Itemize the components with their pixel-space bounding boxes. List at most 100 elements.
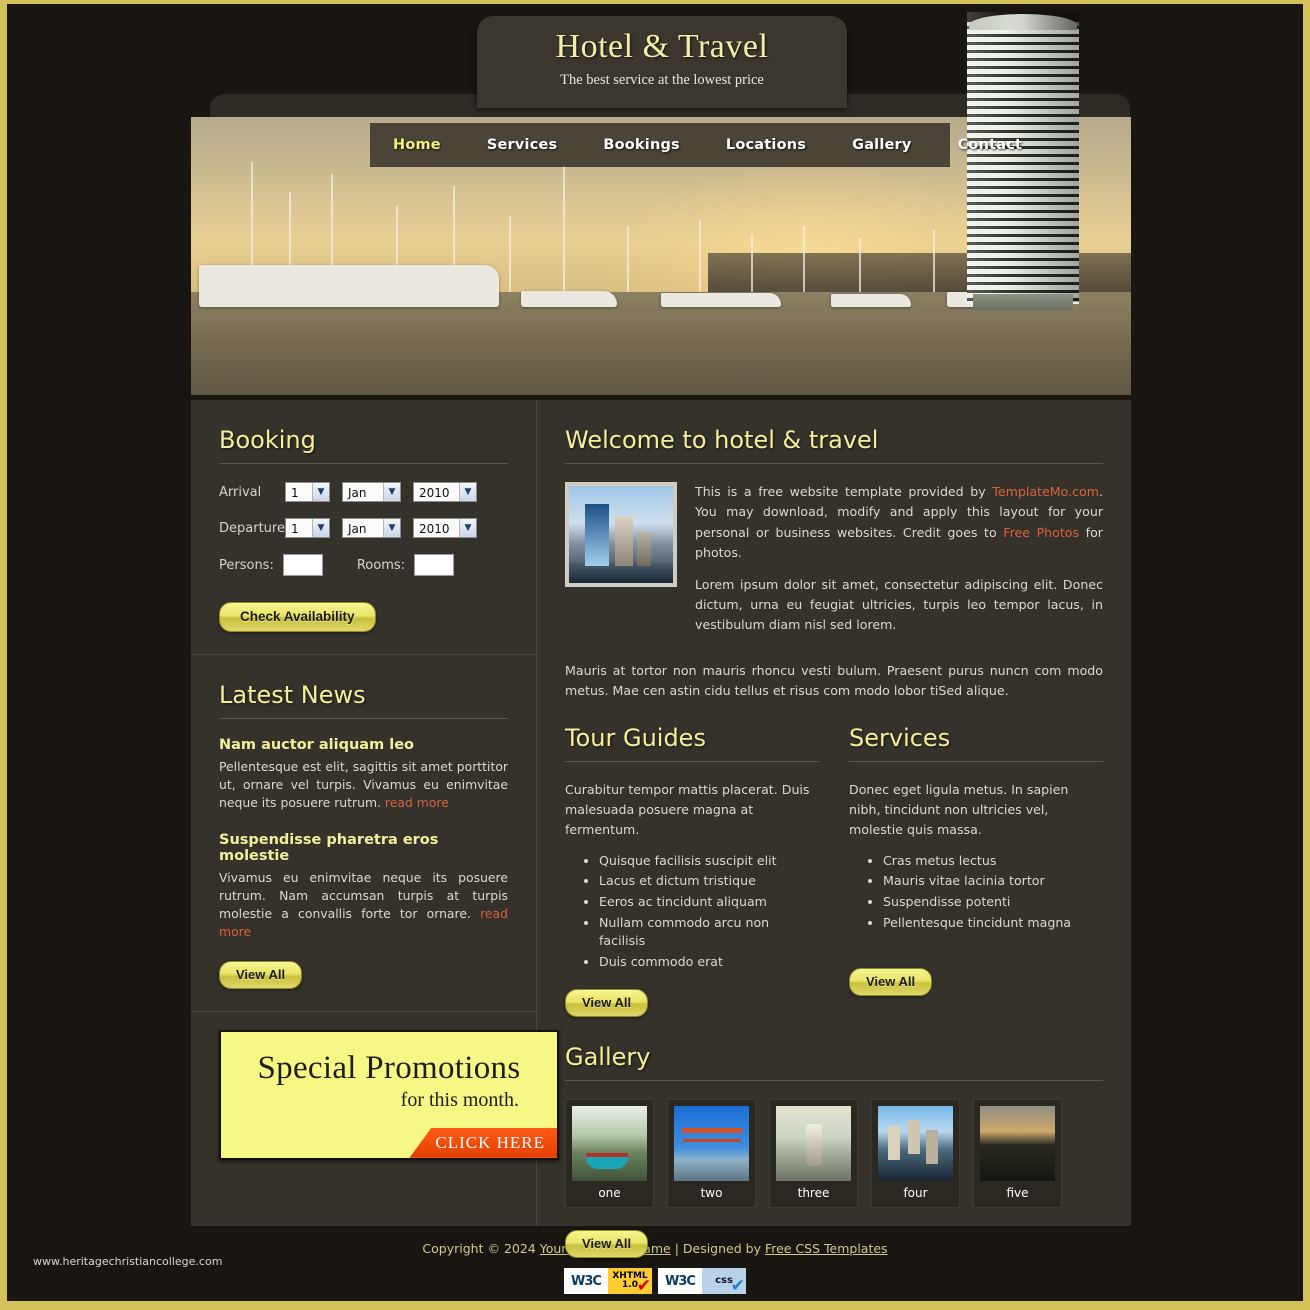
gallery-caption: three	[797, 1186, 830, 1201]
w3c-logo-icon: W3C	[658, 1268, 702, 1294]
chevron-down-icon: ▼	[383, 483, 400, 501]
services-intro: Donec eget ligula metus. In sapien nibh,…	[849, 781, 1069, 838]
booking-heading-rule	[219, 463, 508, 464]
list-item: Eeros ac tincidunt aliquam	[599, 893, 819, 912]
tour-guides-heading: Tour Guides	[565, 723, 706, 752]
special-promotions-banner[interactable]: Special Promotions for this month. CLICK…	[219, 1029, 559, 1160]
latest-news-heading: Latest News	[219, 681, 366, 709]
tour-guides-view-all-button[interactable]: View All	[565, 989, 649, 1018]
chevron-down-icon: ▼	[459, 483, 476, 501]
gallery-image-three	[776, 1106, 851, 1182]
nav-item-bookings[interactable]: Bookings	[580, 137, 703, 153]
news-read-more-link[interactable]: read more	[385, 795, 449, 810]
list-item: Pellentesque tincidunt magna	[883, 914, 1103, 933]
list-item: Cras metus lectus	[883, 852, 1103, 871]
departure-day-select[interactable]: 1 ▼	[285, 518, 330, 538]
gallery-item[interactable]: one	[565, 1099, 654, 1209]
page-frame-bottom	[0, 1301, 1310, 1310]
promo-line-1: Special Promotions	[257, 1049, 521, 1086]
latest-news-panel: Latest News Nam auctor aliquam leo Pelle…	[191, 655, 536, 1011]
list-item: Mauris vitae lacinia tortor	[883, 872, 1103, 891]
w3c-xhtml-badge[interactable]: W3C XHTML 1.0 ✔	[564, 1268, 652, 1295]
arrival-year-value: 2010	[419, 485, 450, 500]
rooms-input[interactable]	[414, 554, 455, 576]
main-navigation[interactable]: Home Services Bookings Locations Gallery…	[370, 123, 1022, 167]
persons-rooms-row: Persons: Rooms:	[219, 554, 508, 576]
arrival-month-value: Jan	[348, 485, 367, 500]
free-photos-link[interactable]: Free Photos	[1003, 525, 1079, 540]
departure-month-select[interactable]: Jan ▼	[342, 518, 401, 538]
welcome-paragraph-2: Lorem ipsum dolor sit amet, consectetur …	[695, 576, 1103, 633]
chevron-down-icon: ▼	[383, 519, 400, 537]
tour-guides-list: Quisque facilisis suscipit elit Lacus et…	[565, 852, 819, 972]
promo-click-here-button[interactable]: CLICK HERE	[409, 1127, 557, 1158]
arrival-row: Arrival 1 ▼ Jan ▼ 2010 ▼	[219, 482, 508, 502]
departure-year-value: 2010	[419, 521, 450, 536]
welcome-rule	[565, 463, 1103, 464]
gallery-item[interactable]: three	[769, 1099, 858, 1209]
thumbnail-building	[615, 516, 633, 566]
arrival-month-select[interactable]: Jan ▼	[342, 482, 401, 502]
w3c-css-badge[interactable]: W3C css ✔	[658, 1268, 746, 1295]
content-area: Booking Arrival 1 ▼ Jan ▼ 2010 ▼ Departu…	[191, 400, 1131, 1259]
banner-yacht	[521, 290, 617, 307]
banner-yacht	[831, 293, 911, 307]
page-frame-top	[0, 0, 1310, 4]
chevron-down-icon: ▼	[312, 483, 329, 501]
gallery-item[interactable]: five	[973, 1099, 1062, 1209]
welcome-city-thumbnail	[565, 482, 677, 587]
news-item-body: Pellentesque est elit, sagittis sit amet…	[219, 758, 508, 812]
welcome-heading: Welcome to hotel & travel	[565, 426, 879, 454]
check-availability-button[interactable]: Check Availability	[219, 602, 376, 632]
gallery-item[interactable]: two	[667, 1099, 756, 1209]
css-badge-label: css ✔	[702, 1268, 746, 1295]
banner-yacht	[661, 292, 781, 307]
tour-services-row: Tour Guides Curabitur tempor mattis plac…	[565, 724, 1103, 1018]
banner-mast	[933, 230, 935, 293]
services-column: Services Donec eget ligula metus. In sap…	[849, 724, 1103, 1018]
arrival-day-value: 1	[291, 485, 299, 500]
banner-mast	[803, 226, 805, 293]
hotel-tower-image	[967, 12, 1079, 310]
welcome-paragraph-1: This is a free website template provided…	[695, 482, 1103, 564]
nav-item-contact[interactable]: Contact	[935, 137, 1046, 153]
arrival-year-select[interactable]: 2010 ▼	[413, 482, 477, 502]
departure-label: Departure	[219, 520, 285, 536]
tour-guides-rule	[565, 760, 819, 762]
gallery-caption: two	[700, 1186, 723, 1201]
banner-bottom-edge	[191, 395, 1131, 400]
gallery-image-one	[572, 1106, 647, 1182]
promotions-area: Special Promotions for this month. CLICK…	[191, 1012, 559, 1160]
xhtml-badge-label: XHTML 1.0 ✔	[608, 1268, 652, 1295]
gallery-item[interactable]: four	[871, 1099, 960, 1209]
departure-year-select[interactable]: 2010 ▼	[413, 518, 477, 538]
news-item-text: Pellentesque est elit, sagittis sit amet…	[219, 759, 508, 810]
chevron-down-icon: ▼	[312, 519, 329, 537]
nav-item-services[interactable]: Services	[464, 137, 581, 153]
gallery-caption: one	[598, 1186, 621, 1201]
site-branding: Hotel & Travel The best service at the l…	[477, 16, 847, 108]
departure-row: Departure 1 ▼ Jan ▼ 2010 ▼	[219, 518, 508, 538]
nav-item-gallery[interactable]: Gallery	[829, 137, 934, 153]
arrival-label: Arrival	[219, 484, 262, 500]
banner-mast	[751, 234, 753, 293]
booking-heading: Booking	[219, 426, 316, 454]
gallery-image-four	[878, 1106, 953, 1182]
welcome-intro-row: This is a free website template provided…	[565, 482, 1103, 647]
nav-item-home[interactable]: Home	[370, 137, 464, 153]
gallery-view-all-button[interactable]: View All	[565, 1230, 649, 1259]
services-heading: Services	[849, 723, 951, 752]
page-frame-right	[1303, 0, 1310, 1310]
thumbnail-building	[585, 504, 609, 566]
banner-mast	[859, 238, 861, 293]
services-rule	[849, 760, 1103, 762]
banner-mast	[509, 216, 511, 293]
news-view-all-button[interactable]: View All	[219, 960, 303, 989]
services-view-all-button[interactable]: View All	[849, 968, 933, 997]
nav-item-locations[interactable]: Locations	[703, 137, 829, 153]
persons-input[interactable]	[282, 554, 323, 576]
templatemo-link[interactable]: TemplateMo.com	[992, 484, 1099, 499]
departure-day-value: 1	[291, 521, 299, 536]
site-title: Hotel & Travel	[555, 28, 769, 65]
arrival-day-select[interactable]: 1 ▼	[285, 482, 330, 502]
